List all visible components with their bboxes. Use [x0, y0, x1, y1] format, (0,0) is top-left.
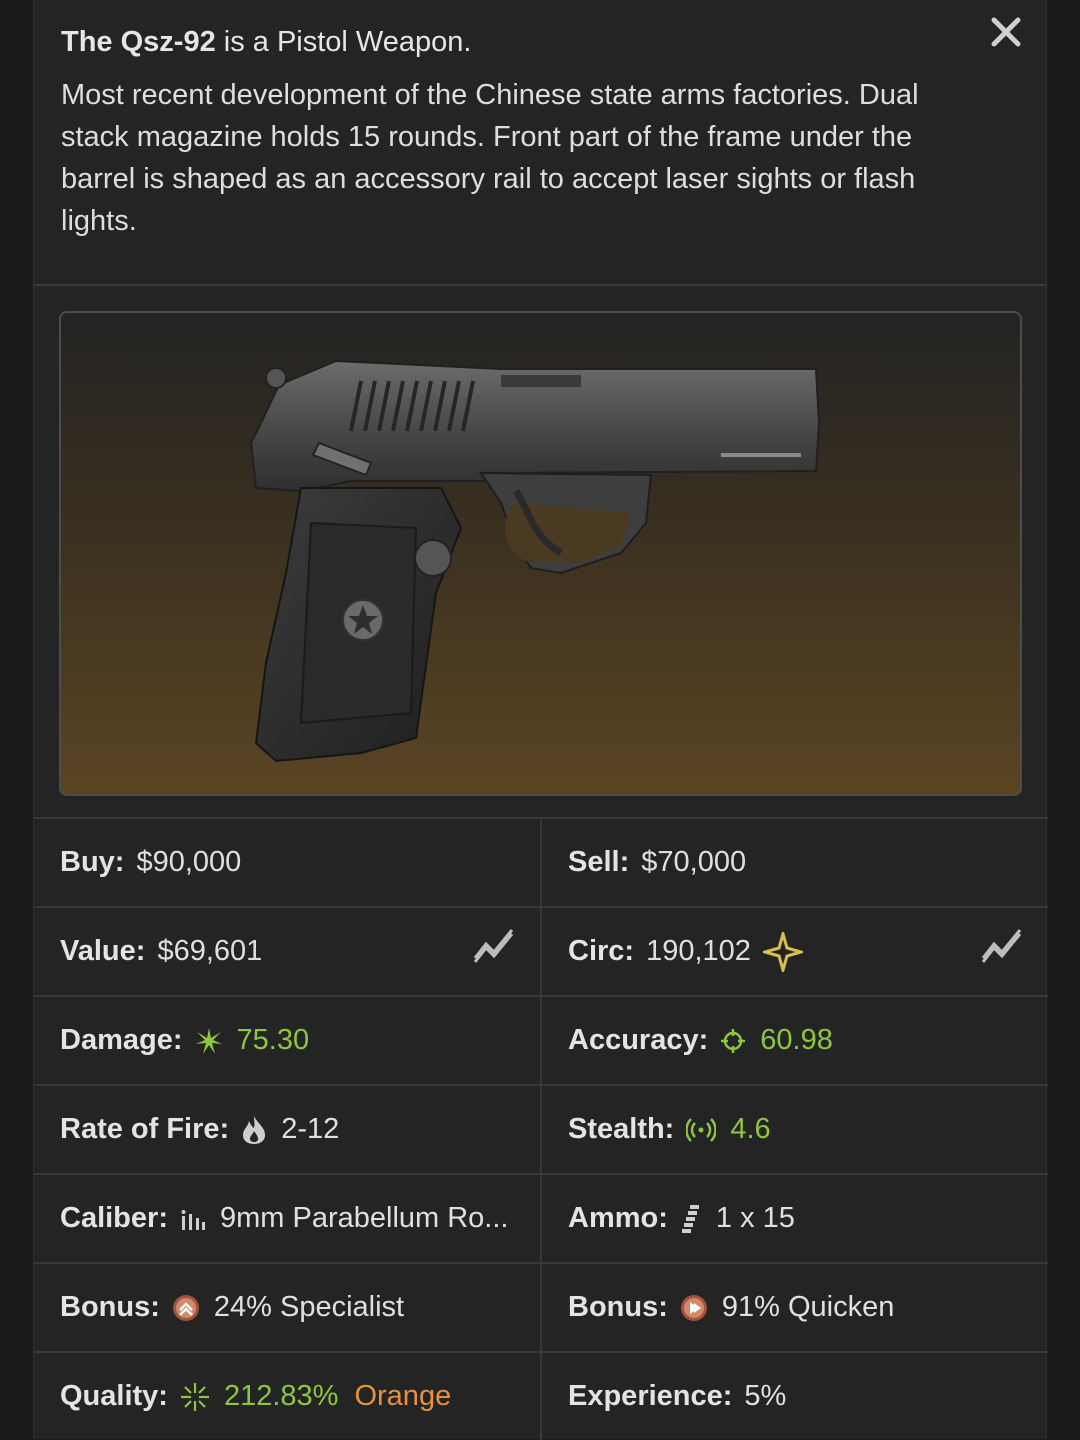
item-title: The Qsz-92 is a Pistol Weapon. [61, 24, 986, 60]
stealth-value: 4.6 [730, 1113, 771, 1145]
stats-row: Rate of Fire: 2-12 Stealth: 4.6 [34, 1084, 1048, 1173]
experience-stat: Experience: 5% [540, 1353, 1048, 1440]
quality-stat: Quality: 212.83% Orange [34, 1353, 540, 1440]
bonus-value: 24% Specialist [213, 1291, 405, 1323]
bonus-stat-2: Bonus: 91% Quicken [540, 1264, 1048, 1351]
damage-stat: Damage: 75.30 [34, 997, 540, 1084]
ammo-label: Ammo: [568, 1202, 668, 1234]
trend-icon[interactable] [472, 928, 516, 976]
item-info-panel: The Qsz-92 is a Pistol Weapon. Most rece… [33, 0, 1048, 1440]
close-button[interactable] [984, 12, 1028, 56]
bonus-label: Bonus: [568, 1291, 668, 1323]
circ-star-icon [762, 931, 803, 972]
accuracy-label: Accuracy: [568, 1024, 709, 1056]
item-header: The Qsz-92 is a Pistol Weapon. Most rece… [34, 0, 1046, 242]
quality-icon [180, 1382, 210, 1412]
experience-label: Experience: [568, 1380, 733, 1412]
stealth-stat: Stealth: 4.6 [540, 1086, 1048, 1173]
stats-row: Quality: 212.83% Orange Experience: 5% [34, 1351, 1048, 1440]
value-stat: Value: $69,601 [34, 908, 540, 995]
quality-label: Quality: [60, 1380, 168, 1412]
rate-of-fire-value: 2-12 [281, 1113, 340, 1145]
pistol-image [249, 359, 821, 763]
sell-label: Sell: [568, 846, 630, 878]
sell-stat: Sell: $70,000 [540, 819, 1048, 906]
ammo-value: 1 x 15 [715, 1202, 795, 1234]
stealth-icon [686, 1117, 717, 1143]
caliber-value: 9mm Parabellum Ro... [219, 1202, 509, 1234]
experience-value: 5% [744, 1380, 787, 1412]
item-description: Most recent development of the Chinese s… [61, 79, 919, 237]
bonus-label: Bonus: [60, 1291, 160, 1323]
damage-label: Damage: [60, 1024, 183, 1056]
rate-of-fire-stat: Rate of Fire: 2-12 [34, 1086, 540, 1173]
specialist-icon[interactable] [172, 1294, 200, 1322]
caliber-label: Caliber: [60, 1202, 168, 1234]
item-name: The Qsz-92 [61, 26, 216, 58]
ammo-icon [680, 1204, 702, 1234]
circ-stat: Circ: 190,102 [540, 908, 1048, 995]
item-image [59, 311, 1022, 796]
stats-row: Caliber: 9mm Parabellum Ro... Ammo: 1 x … [34, 1173, 1048, 1262]
damage-value: 75.30 [236, 1024, 310, 1056]
stats-row: Damage: 75.30 Accuracy: 60.98 [34, 995, 1048, 1084]
stats-row: Value: $69,601 Circ: 190,102 [34, 906, 1048, 995]
accuracy-value: 60.98 [760, 1024, 833, 1056]
sell-value: $70,000 [641, 846, 747, 878]
bonus-value: 91% Quicken [721, 1291, 895, 1323]
damage-icon [195, 1027, 223, 1055]
rate-of-fire-label: Rate of Fire: [60, 1113, 230, 1145]
circ-value: 190,102 [646, 935, 751, 967]
stats-row: Buy: $90,000 Sell: $70,000 [34, 817, 1048, 906]
stats-grid: Buy: $90,000 Sell: $70,000 Value: $69,60… [34, 817, 1048, 1440]
stats-row: Bonus: 24% Specialist Bonus: 91% Quicken [34, 1262, 1048, 1351]
ammo-stat: Ammo: 1 x 15 [540, 1175, 1048, 1262]
bonus-stat-1: Bonus: 24% Specialist [34, 1264, 540, 1351]
quality-value: 212.83% [223, 1380, 339, 1412]
caliber-icon [180, 1208, 206, 1230]
accuracy-stat: Accuracy: 60.98 [540, 997, 1048, 1084]
fire-icon [241, 1115, 267, 1145]
value-value: $69,601 [157, 935, 263, 967]
accuracy-icon [720, 1028, 746, 1054]
value-label: Value: [60, 935, 146, 967]
trend-icon[interactable] [980, 928, 1024, 976]
circ-label: Circ: [568, 935, 635, 967]
buy-stat: Buy: $90,000 [34, 819, 540, 906]
close-icon [990, 16, 1022, 53]
divider [34, 284, 1046, 286]
item-type-text: is a Pistol Weapon. [215, 26, 472, 58]
quicken-icon[interactable] [680, 1294, 708, 1322]
caliber-stat: Caliber: 9mm Parabellum Ro... [34, 1175, 540, 1262]
stealth-label: Stealth: [568, 1113, 675, 1145]
buy-label: Buy: [60, 846, 125, 878]
buy-value: $90,000 [136, 846, 242, 878]
quality-tier: Orange [354, 1380, 452, 1412]
